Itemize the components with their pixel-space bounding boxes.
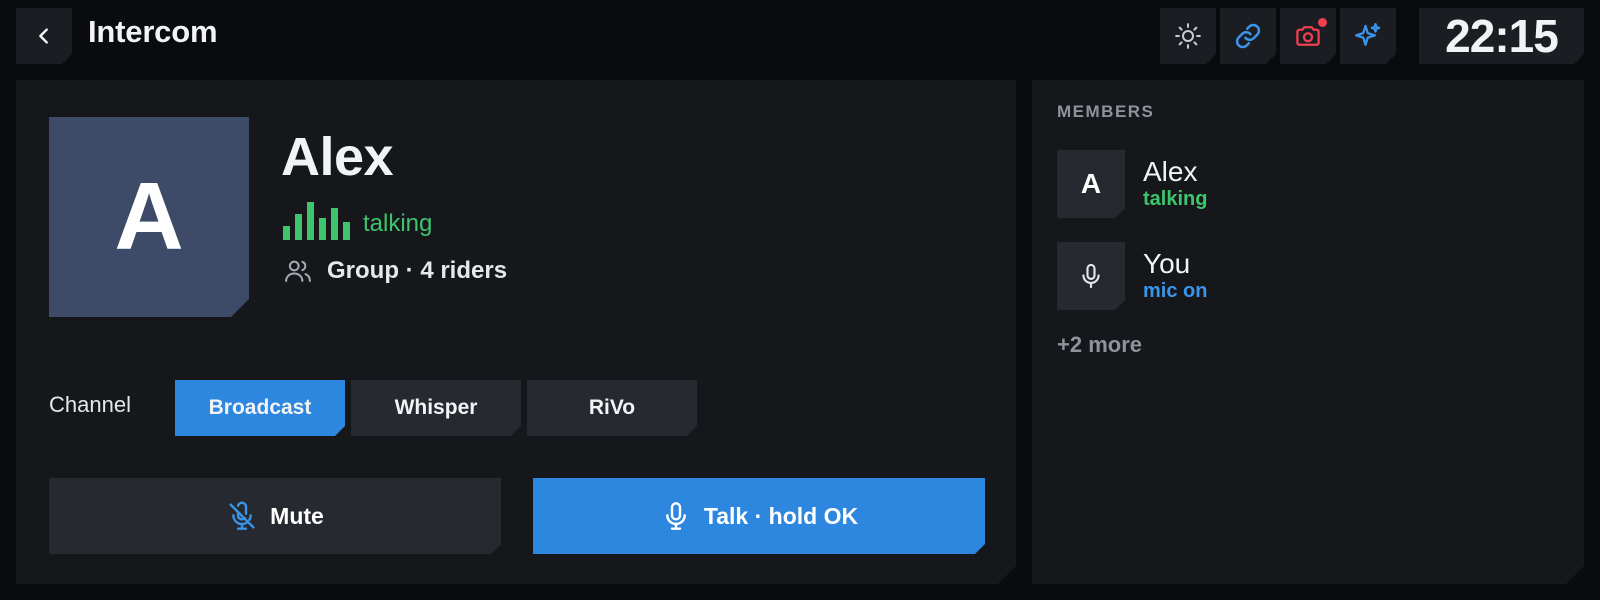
camera-button[interactable]: [1280, 8, 1336, 64]
mute-button[interactable]: Mute: [49, 478, 501, 554]
talking-status: talking: [283, 200, 432, 240]
app-title: Intercom: [88, 14, 218, 49]
assistant-button[interactable]: [1340, 8, 1396, 64]
contact-name: Alex: [281, 127, 394, 187]
notification-dot: [1318, 18, 1327, 27]
contact-panel: A Alex talking Group · 4 riders Channel …: [16, 80, 1016, 584]
channel-whisper-button[interactable]: Whisper: [351, 380, 521, 436]
more-members-link[interactable]: +2 more: [1057, 332, 1142, 358]
channel-broadcast-button[interactable]: Broadcast: [175, 380, 345, 436]
contact-status: talking: [363, 210, 433, 237]
chevron-left-icon: [33, 25, 55, 47]
channel-label: Channel: [49, 392, 131, 417]
mute-label: Mute: [270, 502, 324, 529]
users-icon: [283, 256, 313, 286]
member-status: talking: [1143, 188, 1208, 210]
member-status: mic on: [1143, 280, 1208, 302]
member-avatar: A: [1057, 150, 1125, 218]
microphone-icon: [660, 500, 692, 532]
link-button[interactable]: [1220, 8, 1276, 64]
voice-level-icon: [283, 200, 350, 240]
member-avatar: [1057, 242, 1125, 310]
link-icon: [1233, 21, 1263, 51]
sparkle-icon: [1353, 21, 1383, 51]
microphone-icon: [1077, 262, 1105, 290]
member-item[interactable]: You mic on: [1057, 242, 1557, 310]
mic-off-icon: [226, 500, 258, 532]
back-button[interactable]: [16, 8, 72, 64]
talk-button[interactable]: Talk · hold OK: [533, 478, 985, 554]
members-title: MEMBERS: [1057, 102, 1155, 121]
contact-avatar: A: [49, 117, 249, 317]
group-info: Group · 4 riders: [283, 256, 507, 286]
sun-icon: [1173, 21, 1203, 51]
channel-rivo-button[interactable]: RiVo: [527, 380, 697, 436]
members-panel: MEMBERS A Alex talking You mic on +2 mor…: [1032, 80, 1584, 584]
member-name: Alex: [1143, 156, 1198, 187]
group-label: Group · 4 riders: [327, 257, 508, 284]
member-item[interactable]: A Alex talking: [1057, 150, 1557, 218]
member-name: You: [1143, 248, 1191, 279]
brightness-button[interactable]: [1160, 8, 1216, 64]
talk-label: Talk · hold OK: [703, 502, 859, 529]
clock: 22:15: [1419, 8, 1584, 64]
